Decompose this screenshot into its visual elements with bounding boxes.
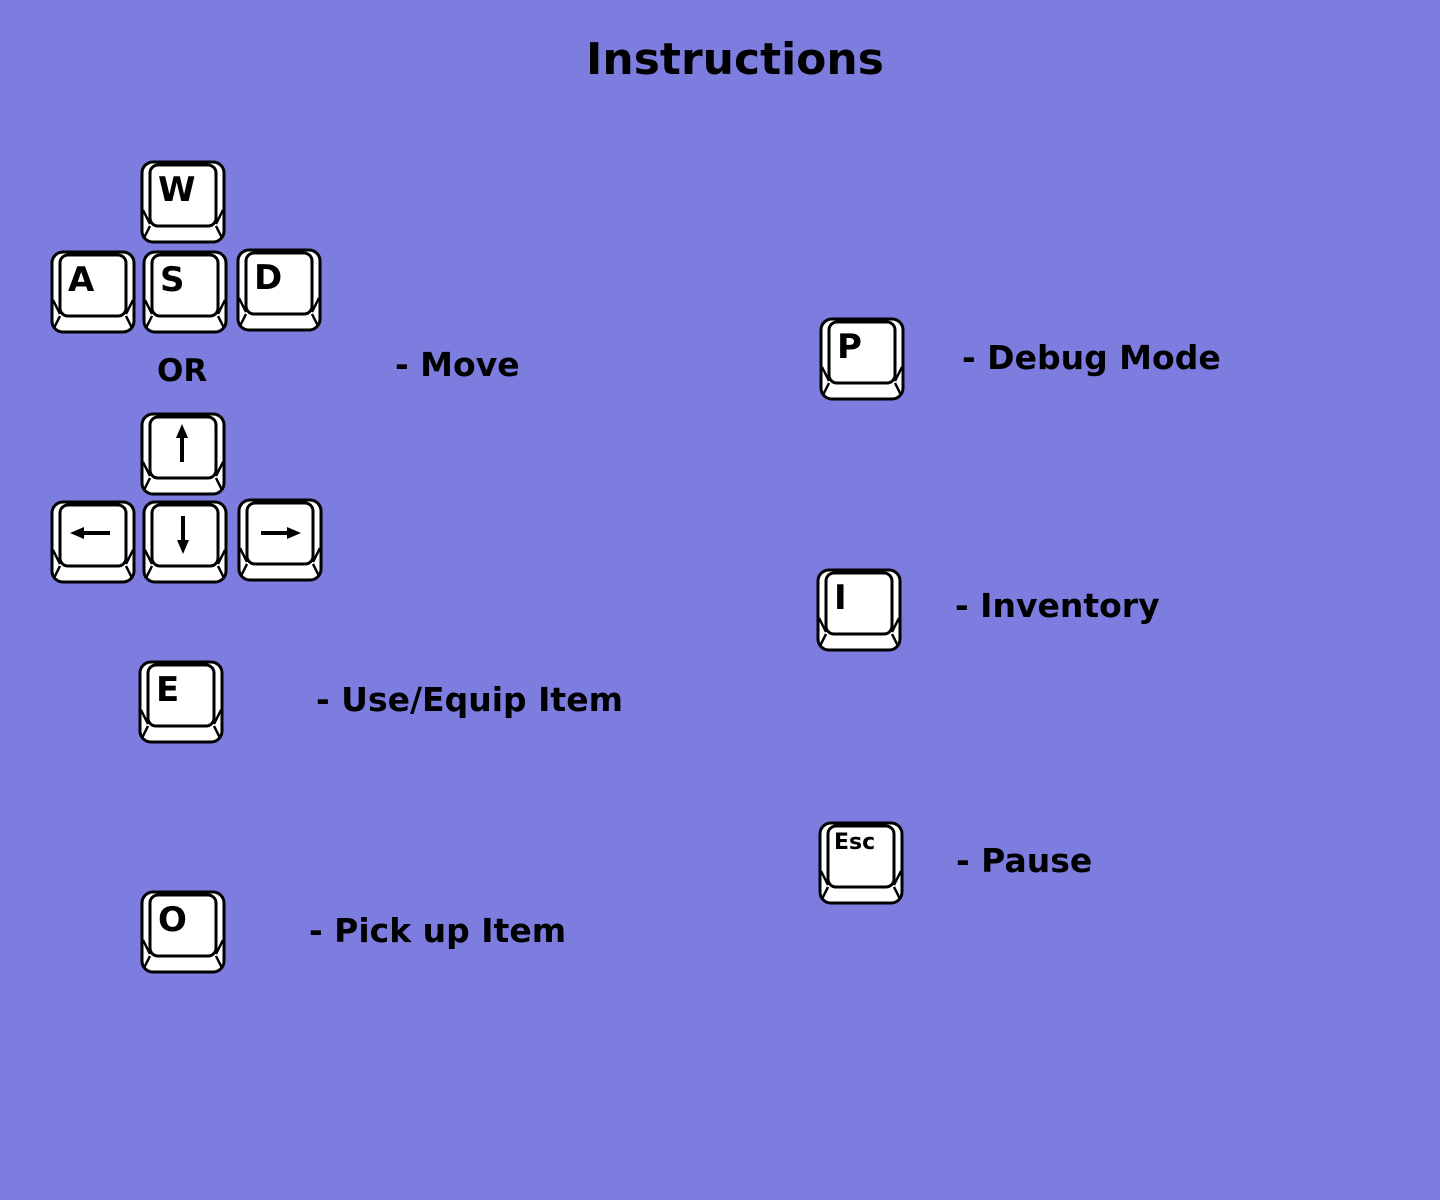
key-w: W xyxy=(140,160,226,244)
arrow-left-icon xyxy=(70,527,110,539)
key-a: A xyxy=(50,250,136,334)
or-separator: OR xyxy=(157,353,208,389)
key-arrow-left xyxy=(50,500,136,584)
key-esc-label: Esc xyxy=(834,830,876,855)
key-s-label: S xyxy=(160,260,185,300)
key-e: E xyxy=(138,660,224,744)
key-o: O xyxy=(140,890,226,974)
key-d: D xyxy=(236,248,322,332)
inventory-description: - Inventory xyxy=(955,586,1160,625)
pause-description: - Pause xyxy=(956,841,1093,880)
key-e-label: E xyxy=(156,670,180,710)
key-arrow-down xyxy=(142,500,228,584)
key-d-label: D xyxy=(254,258,283,298)
arrow-right-icon xyxy=(261,527,301,539)
debug-mode-description: - Debug Mode xyxy=(962,338,1221,377)
key-arrow-up xyxy=(140,412,226,496)
key-p: P xyxy=(819,317,905,401)
keycap-icon xyxy=(142,250,228,334)
key-p-label: P xyxy=(837,327,862,367)
key-o-label: O xyxy=(158,900,187,940)
arrow-up-icon xyxy=(176,424,188,462)
keycap-icon xyxy=(819,317,905,401)
keycap-icon xyxy=(816,568,902,652)
page-title: Instructions xyxy=(586,34,884,85)
keycap-icon xyxy=(138,660,224,744)
key-i: I xyxy=(816,568,902,652)
key-s: S xyxy=(142,250,228,334)
move-description: - Move xyxy=(395,345,520,384)
key-esc: Esc xyxy=(818,821,904,905)
arrow-down-icon xyxy=(177,516,189,554)
use-equip-description: - Use/Equip Item xyxy=(316,680,623,719)
pick-up-description: - Pick up Item xyxy=(309,911,567,950)
key-i-label: I xyxy=(834,578,847,618)
key-arrow-right xyxy=(237,498,323,582)
key-w-label: W xyxy=(158,170,196,210)
key-a-label: A xyxy=(68,260,95,300)
